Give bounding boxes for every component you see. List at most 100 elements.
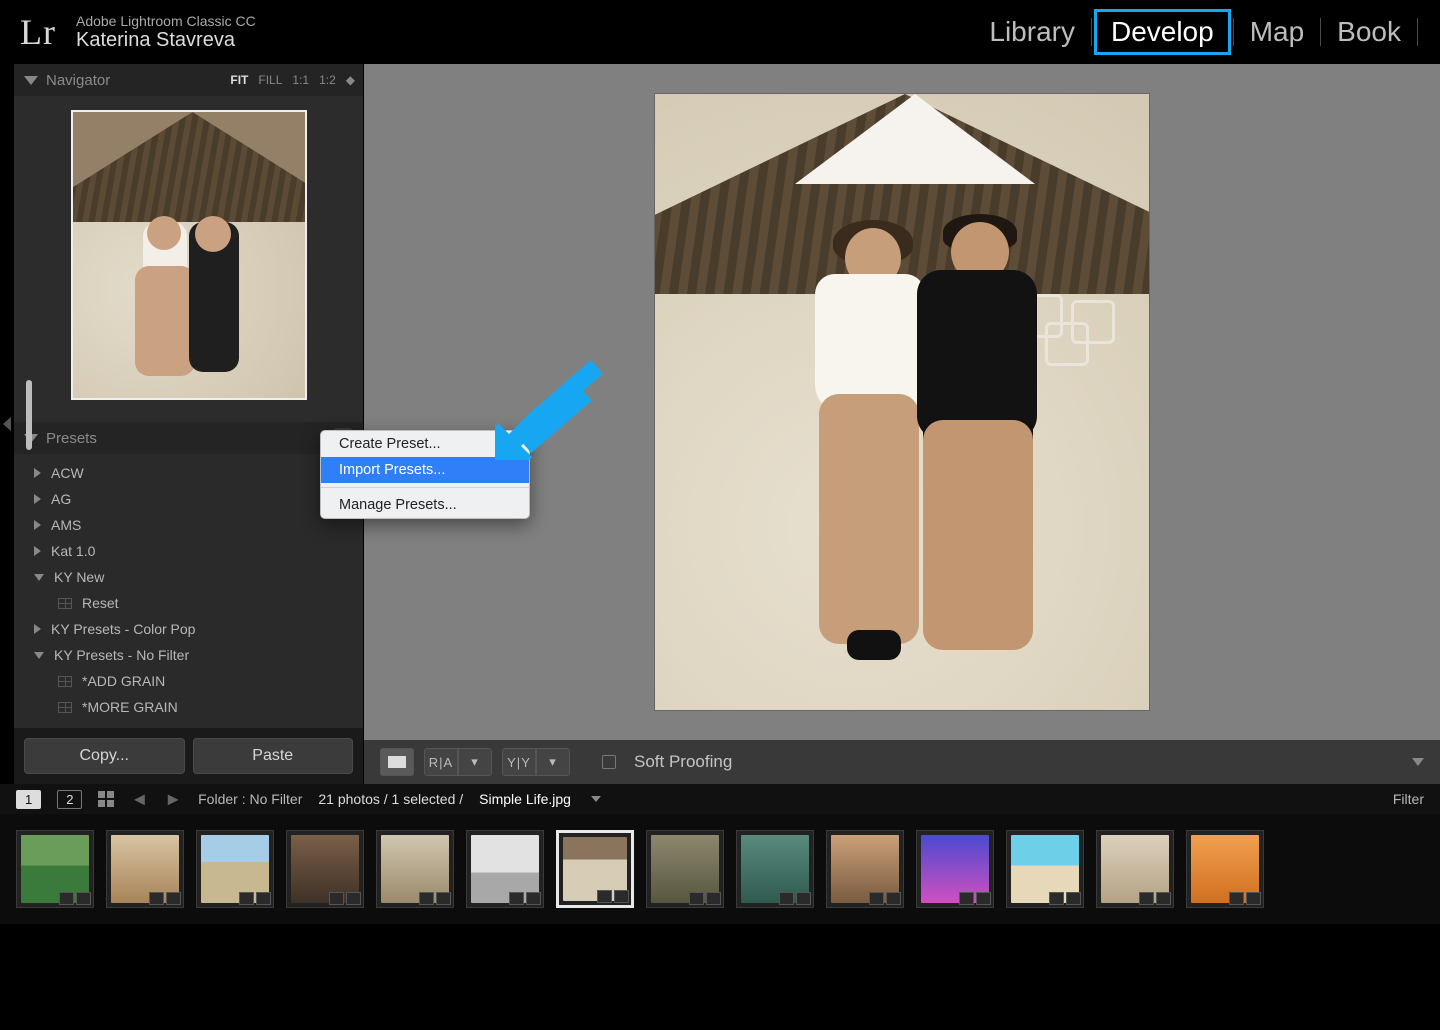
preset-item[interactable]: *REMOVE GRAIN — [14, 720, 363, 728]
zoom-1-1[interactable]: 1:1 — [292, 73, 309, 87]
scrollbar-indicator[interactable] — [26, 380, 32, 450]
module-library[interactable]: Library — [975, 12, 1089, 52]
chevron-down-icon — [34, 574, 44, 581]
preset-item[interactable]: *ADD GRAIN — [14, 668, 363, 694]
navigator-title: Navigator — [46, 72, 110, 89]
before-after-group: R|A ▾ — [424, 748, 492, 776]
module-book[interactable]: Book — [1323, 12, 1415, 52]
filmstrip-thumb[interactable] — [646, 830, 724, 908]
thumb-badges — [1049, 892, 1081, 905]
preset-folder[interactable]: KY Presets - Color Pop — [14, 616, 363, 642]
preset-item[interactable]: *MORE GRAIN — [14, 694, 363, 720]
preset-folder[interactable]: KY Presets - No Filter — [14, 642, 363, 668]
thumb-badges — [779, 892, 811, 905]
nav-next-icon[interactable]: ► — [164, 789, 182, 810]
thumb-badges — [959, 892, 991, 905]
rectangle-icon — [388, 756, 406, 768]
presets-header[interactable]: Presets + — [14, 422, 363, 454]
thumb-badges — [59, 892, 91, 905]
zoom-fit[interactable]: FIT — [230, 73, 248, 87]
selection-count: 21 photos / 1 selected / — [318, 791, 463, 807]
monitor-1-button[interactable]: 1 — [16, 790, 41, 809]
preset-label: AG — [51, 491, 71, 507]
separator — [1417, 18, 1418, 46]
filmstrip-thumb[interactable] — [466, 830, 544, 908]
chevron-right-icon — [34, 546, 41, 556]
filmstrip-thumb[interactable] — [1096, 830, 1174, 908]
preset-folder[interactable]: AMS — [14, 512, 363, 538]
preset-folder[interactable]: Kat 1.0 — [14, 538, 363, 564]
monitor-2-button[interactable]: 2 — [57, 790, 82, 809]
filter-label[interactable]: Filter — [1393, 791, 1424, 807]
filmstrip-thumb[interactable] — [286, 830, 364, 908]
copy-paste-bar: Copy... Paste — [14, 728, 363, 784]
copy-button[interactable]: Copy... — [24, 738, 185, 774]
filmstrip-thumb[interactable] — [1186, 830, 1264, 908]
thumb-badges — [239, 892, 271, 905]
filmstrip-thumb[interactable] — [376, 830, 454, 908]
compare-ra-button[interactable]: R|A — [424, 748, 458, 776]
chevron-down-icon — [34, 652, 44, 659]
nav-prev-icon[interactable]: ◄ — [130, 789, 148, 810]
menu-manage-presets[interactable]: Manage Presets... — [321, 492, 529, 518]
filmstrip-thumb[interactable] — [826, 830, 904, 908]
chevron-down-icon: ▾ — [549, 754, 557, 770]
navigator-preview[interactable] — [14, 96, 363, 422]
navigator-zoom: FIT FILL 1:1 1:2 ◆ — [230, 73, 353, 87]
compare-yy-dropdown[interactable]: ▾ — [536, 748, 570, 776]
chevron-left-icon — [3, 417, 11, 431]
filmstrip-thumb[interactable] — [106, 830, 184, 908]
filmstrip-thumb[interactable] — [736, 830, 814, 908]
module-develop[interactable]: Develop — [1094, 9, 1231, 55]
filmstrip-header: 1 2 ◄ ► Folder : No Filter 21 photos / 1… — [0, 784, 1440, 814]
soft-proof-checkbox[interactable] — [602, 755, 616, 769]
thumb-badges — [597, 890, 629, 903]
chevron-down-icon: ▾ — [471, 754, 479, 770]
grid-view-icon[interactable] — [98, 791, 114, 807]
preset-label: KY New — [54, 569, 104, 585]
preset-label: Kat 1.0 — [51, 543, 95, 559]
left-panel-collapse[interactable] — [0, 64, 14, 784]
disclosure-triangle-icon — [24, 76, 38, 85]
preset-item[interactable]: Reset — [14, 590, 363, 616]
zoom-dropdown-icon[interactable]: ◆ — [346, 73, 353, 87]
module-map[interactable]: Map — [1236, 12, 1318, 52]
chevron-right-icon — [34, 494, 41, 504]
navigator-thumbnail — [71, 110, 307, 400]
current-filename[interactable]: Simple Life.jpg — [479, 791, 571, 807]
thumb-badges — [509, 892, 541, 905]
soft-proof-label: Soft Proofing — [634, 752, 732, 772]
zoom-1-2[interactable]: 1:2 — [319, 73, 336, 87]
chevron-right-icon — [34, 520, 41, 530]
loupe-view-button[interactable] — [380, 748, 414, 776]
navigator-header[interactable]: Navigator FIT FILL 1:1 1:2 ◆ — [14, 64, 363, 96]
filmstrip-thumb[interactable] — [196, 830, 274, 908]
toolbar-expand-icon[interactable] — [1412, 758, 1424, 766]
paste-button[interactable]: Paste — [193, 738, 354, 774]
thumb-badges — [1229, 892, 1261, 905]
chevron-right-icon — [34, 468, 41, 478]
filmstrip-thumb[interactable] — [1006, 830, 1084, 908]
preset-icon — [58, 702, 72, 713]
filmstrip-thumb[interactable] — [556, 830, 634, 908]
separator — [1233, 18, 1234, 46]
compare-yy-button[interactable]: Y|Y — [502, 748, 536, 776]
filmstrip[interactable] — [0, 814, 1440, 924]
compare-dropdown[interactable]: ▾ — [458, 748, 492, 776]
filename-dropdown-icon[interactable] — [591, 796, 601, 802]
left-panel: Navigator FIT FILL 1:1 1:2 ◆ Presets + A… — [14, 64, 364, 784]
app-info: Adobe Lightroom Classic CC Katerina Stav… — [76, 13, 256, 52]
before-after-yy-group: Y|Y ▾ — [502, 748, 570, 776]
preset-label: Reset — [82, 595, 119, 611]
folder-label[interactable]: Folder : No Filter — [198, 791, 302, 807]
preset-folder[interactable]: KY New — [14, 564, 363, 590]
preset-folder[interactable]: ACW — [14, 460, 363, 486]
separator — [1091, 18, 1092, 46]
identity-plate: Katerina Stavreva — [76, 29, 256, 52]
preset-folder[interactable]: AG — [14, 486, 363, 512]
zoom-fill[interactable]: FILL — [258, 73, 282, 87]
menu-divider — [321, 487, 529, 488]
filmstrip-thumb[interactable] — [16, 830, 94, 908]
menu-import-presets[interactable]: Import Presets... — [321, 457, 529, 483]
filmstrip-thumb[interactable] — [916, 830, 994, 908]
